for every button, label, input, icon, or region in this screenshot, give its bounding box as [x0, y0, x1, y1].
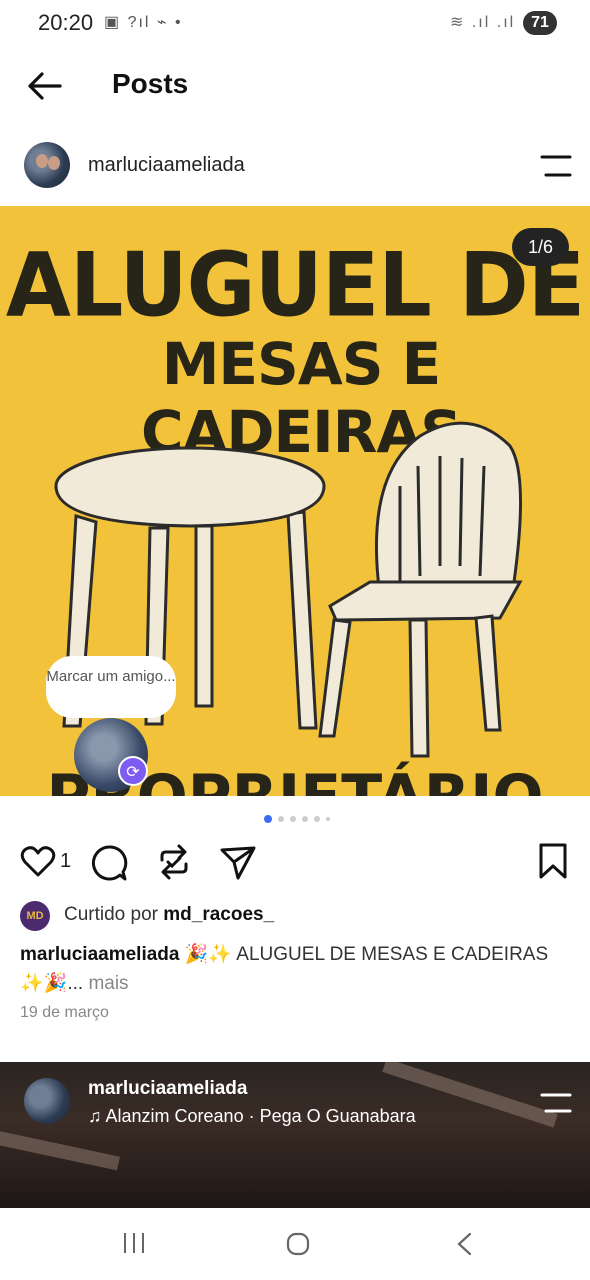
post-caption[interactable]: marluciaameliada 🎉✨ ALUGUEL DE MESAS E C…	[20, 940, 570, 998]
like-count[interactable]: 1	[60, 850, 71, 873]
liked-by-username[interactable]: md_racoes_	[163, 904, 274, 925]
share-send-icon[interactable]	[218, 842, 258, 882]
notification-icons: ▣ ?ıl ⌁ •	[104, 14, 183, 31]
home-icon[interactable]	[286, 1232, 310, 1256]
image-headline-line1: ALUGUEL DE	[5, 233, 585, 337]
next-post-music-text: Alanzim Coreano · Pega O Guanabara	[105, 1106, 416, 1126]
carousel-dot	[278, 816, 284, 822]
caption-more-link[interactable]: mais	[88, 973, 128, 994]
next-post-preview[interactable]: marluciaameliada ♫ Alanzim Coreano · Peg…	[0, 1062, 590, 1208]
tag-friend-bubble[interactable]: Marcar um amigo...	[46, 656, 176, 718]
repost-badge-icon: ⟳	[118, 756, 148, 786]
next-post-music[interactable]: ♫ Alanzim Coreano · Pega O Guanabara	[88, 1106, 416, 1127]
next-post-menu-icon[interactable]	[540, 1092, 572, 1114]
liked-by-avatar[interactable]: MD	[20, 901, 50, 931]
carousel-dot-active	[264, 815, 272, 823]
next-post-username[interactable]: marluciaameliada	[88, 1078, 247, 1100]
caption-username[interactable]: marluciaameliada	[20, 944, 179, 965]
recent-apps-icon[interactable]	[122, 1232, 146, 1254]
liked-by-text[interactable]: Curtido por md_racoes_	[64, 904, 274, 926]
signal-icons: ≋ .ıl .ıl	[450, 14, 516, 31]
bookmark-icon[interactable]	[536, 842, 570, 880]
battery-indicator: 71	[523, 11, 557, 35]
next-post-avatar[interactable]	[24, 1078, 70, 1124]
carousel-counter: 1/6	[512, 228, 569, 266]
repost-icon[interactable]	[154, 842, 194, 882]
page-title: Posts	[112, 68, 189, 99]
back-chevron-icon[interactable]	[456, 1232, 472, 1256]
author-avatar[interactable]	[24, 142, 70, 188]
menu-icon[interactable]	[540, 154, 572, 178]
carousel-dot	[302, 816, 308, 822]
back-arrow-icon[interactable]	[24, 66, 64, 106]
liked-by-prefix: Curtido por	[64, 904, 158, 925]
carousel-dot	[290, 816, 296, 822]
comment-bubble-icon[interactable]	[90, 844, 128, 882]
carousel-dot	[326, 817, 330, 821]
status-time: 20:20	[38, 10, 94, 35]
post-date: 19 de março	[20, 1004, 109, 1021]
status-bar: 20:20 ▣ ?ıl ⌁ • ≋ .ıl .ıl 71	[0, 0, 590, 48]
author-username[interactable]: marluciaameliada	[88, 154, 245, 177]
carousel-dots	[264, 814, 330, 824]
post-image[interactable]: ALUGUEL DE MESAS E CADEIRAS PROPRIETÁRIO…	[0, 206, 590, 796]
music-note-icon: ♫	[88, 1106, 106, 1126]
like-heart-icon[interactable]	[20, 844, 56, 880]
carousel-dot	[314, 816, 320, 822]
